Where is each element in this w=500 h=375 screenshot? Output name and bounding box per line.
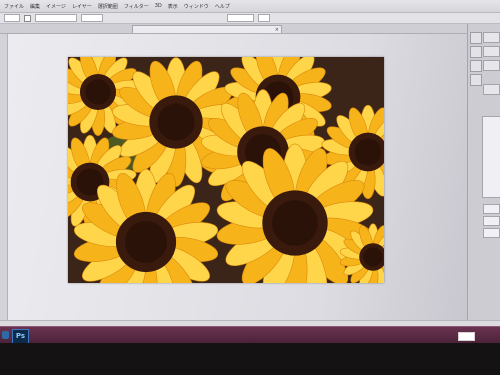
options-dropdown[interactable] — [227, 14, 254, 22]
menu-item[interactable]: 表示 — [168, 3, 178, 10]
swatch-row[interactable] — [483, 228, 500, 238]
menu-bar: ファイル 編集 イメージ レイヤー 選択範囲 フィルター 3D 表示 ウィンドウ… — [0, 0, 500, 13]
panel-button[interactable] — [483, 60, 500, 71]
dock-tab[interactable] — [470, 32, 482, 44]
panel-button[interactable] — [483, 46, 500, 57]
monitor-screen: ファイル 編集 イメージ レイヤー 選択範囲 フィルター 3D 表示 ウィンドウ… — [0, 0, 500, 343]
swatch-row[interactable] — [483, 216, 500, 226]
document-tab[interactable]: × — [132, 25, 282, 33]
taskbar: Ps — [0, 326, 500, 343]
dock-tab[interactable] — [470, 60, 482, 72]
options-bar — [0, 13, 500, 24]
menu-item[interactable]: ヘルプ — [215, 3, 230, 10]
language-indicator[interactable] — [458, 332, 475, 341]
layers-panel[interactable] — [482, 116, 500, 198]
photoshop-icon[interactable]: Ps — [12, 329, 29, 343]
options-dropdown[interactable] — [4, 14, 20, 22]
panel-dock — [467, 24, 500, 324]
panel-button[interactable] — [483, 32, 500, 43]
dock-tab[interactable] — [470, 74, 482, 86]
menu-item[interactable]: 編集 — [30, 3, 40, 10]
swatch-row[interactable] — [483, 204, 500, 214]
panel-button[interactable] — [483, 84, 500, 95]
menu-item[interactable]: 3D — [155, 3, 162, 9]
options-button[interactable] — [258, 14, 270, 22]
menu-item[interactable]: イメージ — [46, 3, 66, 10]
windows-start-icon[interactable] — [2, 331, 9, 339]
options-field[interactable] — [81, 14, 103, 22]
menu-item[interactable]: 選択範囲 — [98, 3, 118, 10]
tray-clock — [478, 330, 496, 340]
options-field[interactable] — [35, 14, 77, 22]
sunflower-photo-drawing — [68, 57, 384, 283]
document-tab-row: × — [0, 24, 470, 34]
menu-item[interactable]: レイヤー — [72, 3, 92, 10]
menu-item[interactable]: ファイル — [4, 3, 24, 10]
close-icon[interactable]: × — [275, 26, 279, 33]
menu-item[interactable]: ウィンドウ — [184, 3, 209, 10]
monitor-brand-logo — [235, 347, 271, 355]
sunflower-image[interactable] — [68, 57, 384, 283]
menu-item[interactable]: フィルター — [124, 3, 149, 10]
options-checkbox[interactable] — [24, 14, 31, 22]
toolbox — [0, 34, 8, 324]
dock-tab[interactable] — [470, 46, 482, 58]
